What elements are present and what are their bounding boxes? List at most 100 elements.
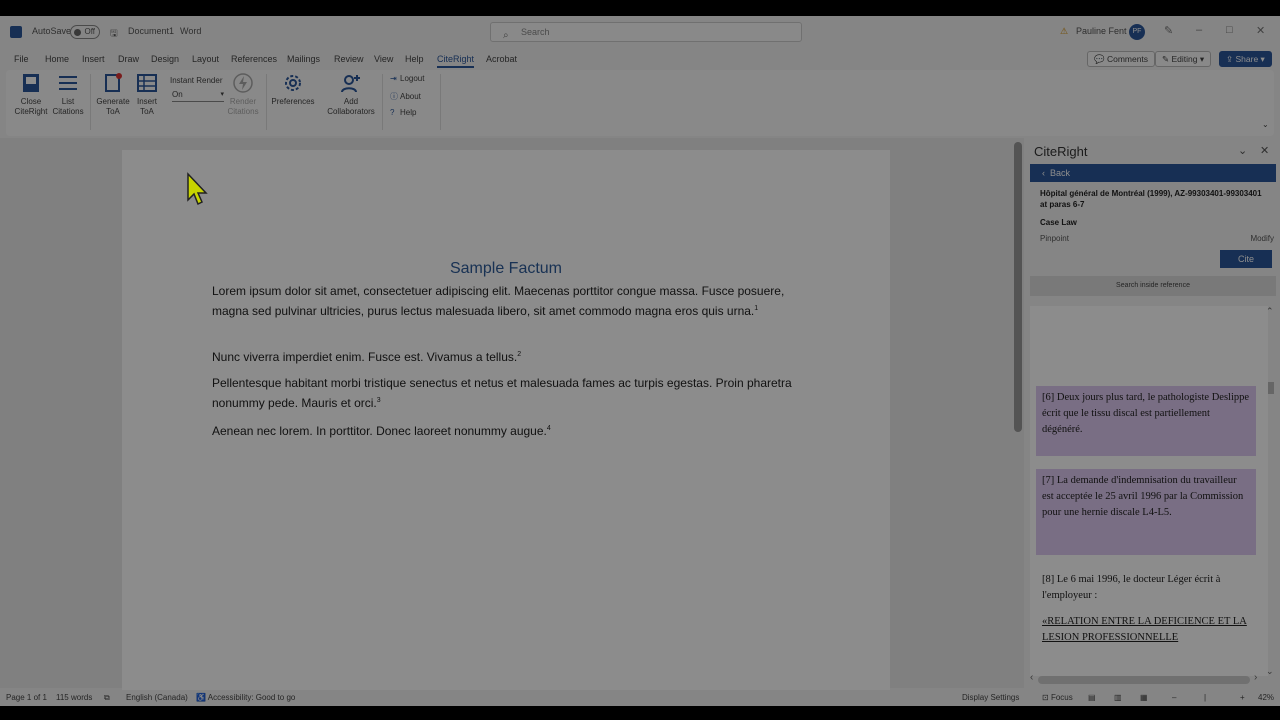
user-name[interactable]: Pauline Fent <box>1076 26 1127 36</box>
tab-review[interactable]: Review <box>334 54 364 64</box>
about-button[interactable]: ⓘ About <box>390 91 421 102</box>
tab-layout[interactable]: Layout <box>192 54 219 64</box>
read-mode-icon[interactable]: ▤ <box>1088 693 1096 702</box>
share-button[interactable]: ⇪ Share ▾ <box>1219 51 1272 67</box>
proofing-icon[interactable]: ⧉ <box>104 693 110 703</box>
footnote-marker[interactable]: 1 <box>754 305 758 312</box>
logout-button[interactable]: ⇥ Logout <box>390 74 424 83</box>
back-button[interactable]: ‹ Back <box>1030 164 1276 182</box>
footnote-marker[interactable]: 2 <box>517 351 521 358</box>
list-citations-label: List Citations <box>52 97 84 116</box>
list-citations-button[interactable]: List Citations <box>50 72 86 117</box>
back-label: Back <box>1050 168 1071 178</box>
tab-mailings[interactable]: Mailings <box>287 54 320 64</box>
reference-heading[interactable]: «RELATION ENTRE LA DEFICIENCE ET LA LESI… <box>1036 610 1256 650</box>
footnote-marker[interactable]: 3 <box>377 397 381 404</box>
editing-label: Editing <box>1171 54 1198 64</box>
modify-link[interactable]: Modify <box>1250 234 1274 243</box>
instant-render-label: Instant Render <box>170 76 223 85</box>
document-name[interactable]: Document1 <box>128 26 174 36</box>
scroll-right-icon[interactable]: › <box>1254 672 1257 683</box>
display-settings[interactable]: Display Settings <box>962 693 1019 702</box>
gear-icon <box>285 75 301 91</box>
accessibility-status[interactable]: ♿ Accessibility: Good to go <box>196 693 295 702</box>
render-citations-button[interactable]: Render Citations <box>226 72 260 117</box>
editing-button[interactable]: ✎ Editing ▾ <box>1155 51 1212 67</box>
insert-table-icon <box>137 74 157 92</box>
insert-toa-button[interactable]: Insert ToA <box>132 72 162 117</box>
footnote-marker[interactable]: 4 <box>547 425 551 432</box>
paragraph-text: Nunc viverra imperdiet enim. Fusce est. … <box>212 350 518 364</box>
pen-icon[interactable]: ✎ <box>1164 24 1173 37</box>
chevron-down-icon[interactable]: ⌄ <box>1238 144 1247 157</box>
web-layout-icon[interactable]: ▦ <box>1140 693 1148 702</box>
reference-paragraph[interactable]: [7] La demande d'indemnisation du travai… <box>1036 469 1256 555</box>
save-icon[interactable]: 🖫 <box>110 26 118 42</box>
warning-icon[interactable]: ⚠ <box>1060 26 1068 37</box>
autosave-toggle[interactable]: Off <box>70 25 100 39</box>
reference-content[interactable]: [6] Deux jours plus tard, le pathologist… <box>1030 306 1268 676</box>
paragraph[interactable]: Pellentesque habitant morbi tristique se… <box>212 374 792 412</box>
tab-view[interactable]: View <box>374 54 393 64</box>
preferences-button[interactable]: Preferences <box>270 72 316 107</box>
zoom-level[interactable]: 42% <box>1258 693 1274 702</box>
add-collaborators-button[interactable]: Add Collaborators <box>326 72 376 117</box>
scroll-up-icon[interactable]: ⌃ <box>1266 306 1274 317</box>
ribbon-collapse-icon[interactable]: ⌄ <box>1262 120 1269 129</box>
generate-toa-button[interactable]: Generate ToA <box>94 72 132 117</box>
logout-label: Logout <box>400 74 425 83</box>
focus-label: Focus <box>1050 693 1073 702</box>
search-input[interactable]: ⌕ Search <box>490 22 802 42</box>
word-logo-icon <box>10 26 22 38</box>
scroll-left-icon[interactable]: ‹ <box>1030 672 1033 683</box>
document-scrollbar[interactable] <box>1014 142 1022 432</box>
tab-design[interactable]: Design <box>151 54 179 64</box>
document-page[interactable]: Sample Factum Lorem ipsum dolor sit amet… <box>122 150 890 690</box>
instant-render-select[interactable]: On ▾ <box>172 90 224 102</box>
add-user-icon <box>341 75 360 93</box>
help-label: Help <box>400 108 417 117</box>
print-layout-icon[interactable]: ▥ <box>1114 693 1122 702</box>
scroll-down-icon[interactable]: ⌄ <box>1266 666 1274 677</box>
tab-home[interactable]: Home <box>45 54 69 64</box>
close-icon[interactable]: ✕ <box>1260 144 1269 157</box>
tab-insert[interactable]: Insert <box>82 54 105 64</box>
paragraph[interactable]: Nunc viverra imperdiet enim. Fusce est. … <box>212 346 792 366</box>
citeright-pane: CiteRight ⌄ ✕ ‹ Back Hôpital général de … <box>1026 138 1280 690</box>
minimize-icon[interactable]: – <box>1196 24 1202 36</box>
paragraph[interactable]: Lorem ipsum dolor sit amet, consectetuer… <box>212 282 792 320</box>
tab-draw[interactable]: Draw <box>118 54 139 64</box>
language[interactable]: English (Canada) <box>126 693 188 702</box>
reference-paragraph[interactable]: [6] Deux jours plus tard, le pathologist… <box>1036 386 1256 456</box>
help-button[interactable]: ? Help <box>390 108 416 117</box>
word-count[interactable]: 115 words <box>56 693 92 702</box>
comments-button[interactable]: 💬 Comments <box>1087 51 1156 67</box>
search-inside-reference-button[interactable]: Search inside reference <box>1030 276 1276 296</box>
paragraph-text: Pellentesque habitant morbi tristique se… <box>212 376 792 410</box>
tab-help[interactable]: Help <box>405 54 424 64</box>
reference-title: Hôpital général de Montréal (1999), AZ-9… <box>1040 189 1262 209</box>
maximize-icon[interactable]: □ <box>1226 24 1233 36</box>
page-count[interactable]: Page 1 of 1 <box>6 693 47 702</box>
pane-horizontal-scrollbar[interactable] <box>1038 676 1250 684</box>
search-icon: ⌕ <box>503 30 509 41</box>
zoom-out-icon[interactable]: – <box>1172 693 1176 702</box>
reference-paragraph[interactable]: [8] Le 6 mai 1996, le docteur Léger écri… <box>1036 568 1256 608</box>
focus-button[interactable]: ⊡ Focus <box>1042 693 1073 702</box>
comments-label: Comments <box>1106 54 1149 64</box>
close-icon[interactable]: ✕ <box>1256 24 1265 37</box>
tab-acrobat[interactable]: Acrobat <box>486 54 517 64</box>
pane-scrollbar-thumb[interactable] <box>1268 382 1274 394</box>
zoom-in-icon[interactable]: + <box>1240 693 1245 702</box>
zoom-slider[interactable]: | <box>1204 693 1206 702</box>
avatar[interactable]: PF <box>1129 24 1145 40</box>
tab-citeright[interactable]: CiteRight <box>437 54 475 68</box>
insert-toa-label: Insert ToA <box>136 97 157 116</box>
tab-references[interactable]: References <box>231 54 277 64</box>
cite-button[interactable]: Cite <box>1220 250 1272 268</box>
chevron-down-icon: ▾ <box>220 91 224 98</box>
close-citeright-button[interactable]: Close CiteRight <box>12 72 50 117</box>
tab-file[interactable]: File <box>14 54 29 64</box>
paragraph[interactable]: Aenean nec lorem. In porttitor. Donec la… <box>212 420 792 440</box>
close-citeright-label: Close CiteRight <box>14 97 48 116</box>
